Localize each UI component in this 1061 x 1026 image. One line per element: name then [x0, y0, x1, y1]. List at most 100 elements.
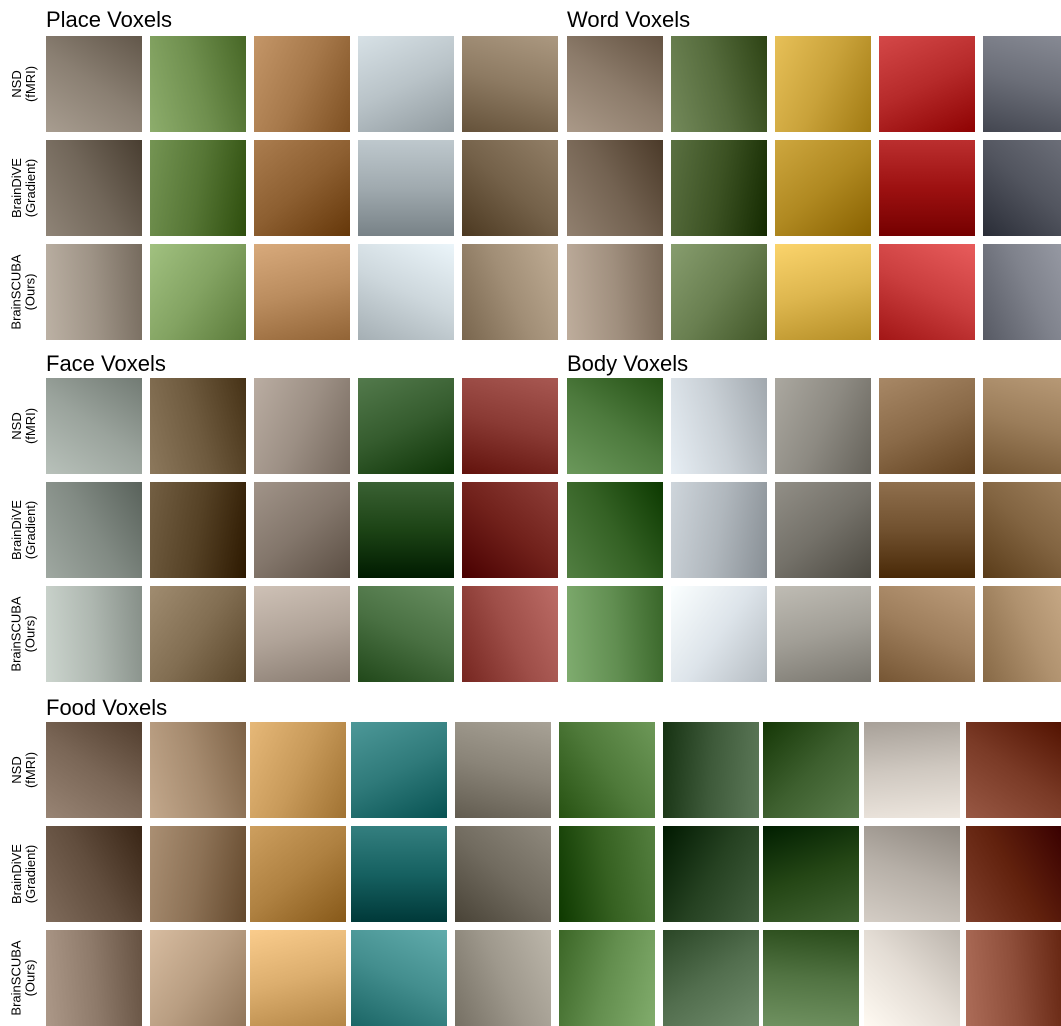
body-nsd-image-1 — [567, 378, 663, 474]
food-braindive-image-10 — [966, 826, 1061, 922]
face-nsd-image-1 — [46, 378, 142, 474]
place-brainscuba-image-4 — [358, 244, 454, 340]
word-braindive-image-3 — [775, 140, 871, 236]
face-nsd-image-4 — [358, 378, 454, 474]
row-label-nsd-food: NSD (fMRI) — [9, 751, 39, 789]
food-braindive-image-1 — [46, 826, 142, 922]
food-nsd-image-6 — [559, 722, 655, 818]
food-braindive-image-5 — [455, 826, 551, 922]
food-brainscuba-image-4 — [351, 930, 447, 1026]
place-brainscuba-image-2 — [150, 244, 246, 340]
word-brainscuba-image-2 — [671, 244, 767, 340]
word-brainscuba-image-1 — [567, 244, 663, 340]
row-label-braindive-food: BrainDiVE (Gradient) — [9, 844, 38, 904]
word-nsd-image-3 — [775, 36, 871, 132]
place-nsd-image-4 — [358, 36, 454, 132]
face-braindive-image-3 — [254, 482, 350, 578]
place-braindive-image-4 — [358, 140, 454, 236]
face-brainscuba-image-4 — [358, 586, 454, 682]
place-nsd-image-5 — [462, 36, 558, 132]
food-brainscuba-image-8 — [763, 930, 859, 1026]
face-braindive-image-4 — [358, 482, 454, 578]
body-braindive-image-5 — [983, 482, 1061, 578]
food-brainscuba-image-6 — [559, 930, 655, 1026]
word-nsd-image-4 — [879, 36, 975, 132]
food-nsd-image-10 — [966, 722, 1061, 818]
body-brainscuba-image-1 — [567, 586, 663, 682]
food-nsd-image-2 — [150, 722, 246, 818]
place-nsd-image-1 — [46, 36, 142, 132]
row-label-nsd-top: NSD (fMRI) — [9, 65, 39, 103]
food-voxels-title: Food Voxels — [46, 695, 168, 720]
food-braindive-image-4 — [351, 826, 447, 922]
place-brainscuba-image-1 — [46, 244, 142, 340]
word-nsd-image-2 — [671, 36, 767, 132]
word-braindive-image-1 — [567, 140, 663, 236]
word-nsd-image-1 — [567, 36, 663, 132]
food-braindive-image-9 — [864, 826, 960, 922]
food-brainscuba-image-5 — [455, 930, 551, 1026]
word-brainscuba-image-5 — [983, 244, 1061, 340]
face-nsd-image-2 — [150, 378, 246, 474]
body-braindive-image-2 — [671, 482, 767, 578]
word-brainscuba-image-4 — [879, 244, 975, 340]
body-braindive-image-4 — [879, 482, 975, 578]
place-brainscuba-image-3 — [254, 244, 350, 340]
body-brainscuba-image-4 — [879, 586, 975, 682]
food-nsd-image-3 — [250, 722, 346, 818]
face-brainscuba-image-1 — [46, 586, 142, 682]
row-label-braindive-top: BrainDiVE (Gradient) — [9, 158, 38, 218]
face-brainscuba-image-3 — [254, 586, 350, 682]
row-label-nsd-mid: NSD (fMRI) — [9, 407, 39, 445]
place-braindive-image-1 — [46, 140, 142, 236]
food-brainscuba-image-1 — [46, 930, 142, 1026]
food-braindive-image-3 — [250, 826, 346, 922]
body-voxels-title: Body Voxels — [567, 351, 689, 376]
food-brainscuba-image-3 — [250, 930, 346, 1026]
food-nsd-image-5 — [455, 722, 551, 818]
face-nsd-image-3 — [254, 378, 350, 474]
place-brainscuba-image-5 — [462, 244, 558, 340]
word-nsd-image-5 — [983, 36, 1061, 132]
food-nsd-image-4 — [351, 722, 447, 818]
body-nsd-image-5 — [983, 378, 1061, 474]
face-braindive-image-1 — [46, 482, 142, 578]
face-brainscuba-image-5 — [462, 586, 558, 682]
food-braindive-image-7 — [663, 826, 759, 922]
food-nsd-image-8 — [763, 722, 859, 818]
face-nsd-image-5 — [462, 378, 558, 474]
body-braindive-image-1 — [567, 482, 663, 578]
food-brainscuba-image-10 — [966, 930, 1061, 1026]
word-braindive-image-2 — [671, 140, 767, 236]
food-brainscuba-image-2 — [150, 930, 246, 1026]
place-braindive-image-5 — [462, 140, 558, 236]
word-brainscuba-image-3 — [775, 244, 871, 340]
food-braindive-image-2 — [150, 826, 246, 922]
food-nsd-image-1 — [46, 722, 142, 818]
face-voxels-title: Face Voxels — [46, 351, 166, 376]
body-nsd-image-3 — [775, 378, 871, 474]
food-nsd-image-7 — [663, 722, 759, 818]
body-nsd-image-4 — [879, 378, 975, 474]
place-nsd-image-2 — [150, 36, 246, 132]
food-brainscuba-image-7 — [663, 930, 759, 1026]
body-braindive-image-3 — [775, 482, 871, 578]
body-brainscuba-image-3 — [775, 586, 871, 682]
body-brainscuba-image-5 — [983, 586, 1061, 682]
food-nsd-image-9 — [864, 722, 960, 818]
row-label-brainscuba-mid: BrainSCUBA (Ours) — [9, 596, 39, 672]
food-brainscuba-image-9 — [864, 930, 960, 1026]
face-braindive-image-2 — [150, 482, 246, 578]
food-braindive-image-6 — [559, 826, 655, 922]
face-braindive-image-5 — [462, 482, 558, 578]
row-label-brainscuba-top: BrainSCUBA (Ours) — [9, 254, 39, 330]
food-braindive-image-8 — [763, 826, 859, 922]
word-voxels-title: Word Voxels — [567, 7, 691, 32]
place-voxels-title: Place Voxels — [46, 7, 172, 32]
place-nsd-image-3 — [254, 36, 350, 132]
face-brainscuba-image-2 — [150, 586, 246, 682]
body-brainscuba-image-2 — [671, 586, 767, 682]
place-braindive-image-2 — [150, 140, 246, 236]
word-braindive-image-4 — [879, 140, 975, 236]
body-nsd-image-2 — [671, 378, 767, 474]
